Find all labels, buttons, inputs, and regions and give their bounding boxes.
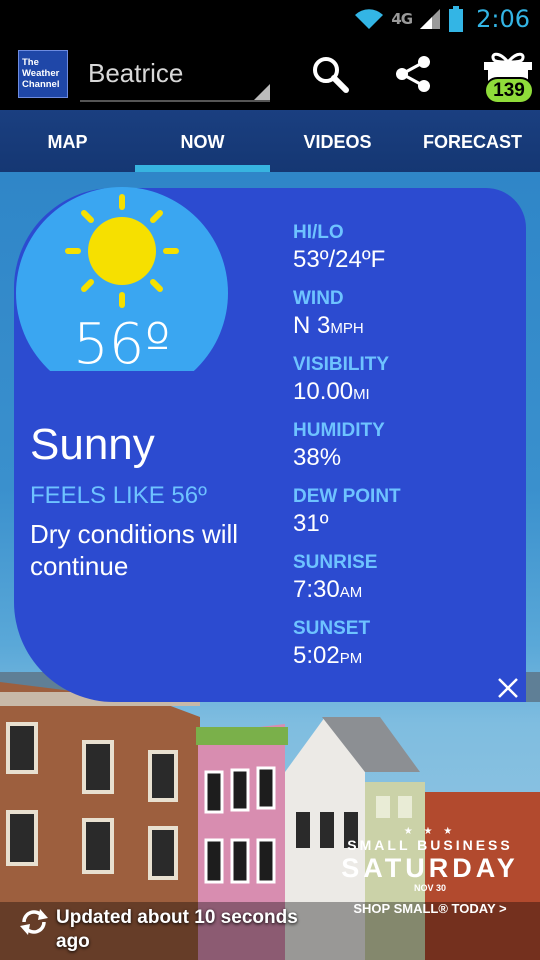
stat-unit: AM bbox=[339, 584, 363, 601]
stat-wind: WIND N 3MPH bbox=[293, 288, 523, 354]
updated-text: Updated about 10 seconds ago bbox=[56, 907, 298, 952]
ad-cta-link[interactable]: SHOP SMALL® TODAY > bbox=[330, 901, 530, 916]
tab-map[interactable]: MAP bbox=[0, 110, 135, 172]
search-icon[interactable] bbox=[308, 52, 352, 96]
ad-stars: ★ ★ ★ bbox=[403, 826, 457, 837]
tab-forecast[interactable]: FORECAST bbox=[405, 110, 540, 172]
small-business-saturday-ad[interactable]: ★ ★ ★ SMALL BUSINESS SATURDAY NOV 30 SHO… bbox=[330, 826, 530, 916]
stat-label: SUNSET bbox=[293, 618, 371, 639]
stat-sunset: SUNSET 5:02PM bbox=[293, 618, 523, 684]
stat-label: WIND bbox=[293, 288, 344, 309]
action-bar: The Weather Channel Beatrice 139 bbox=[0, 38, 540, 110]
stat-value: 5:02PM bbox=[293, 640, 523, 675]
tab-bar: MAP NOW VIDEOS FORECAST bbox=[0, 110, 540, 172]
stat-number: 7:30 bbox=[293, 576, 340, 603]
ad-line1: SMALL BUSINESS bbox=[347, 837, 513, 853]
refresh-icon[interactable] bbox=[18, 906, 50, 938]
refresh-status[interactable]: Updated about 10 seconds ago bbox=[18, 906, 321, 954]
stat-label: DEW POINT bbox=[293, 486, 401, 507]
stat-humidity: HUMIDITY 38% bbox=[293, 420, 523, 486]
logo-text: The Weather Channel bbox=[22, 57, 60, 90]
stat-sunrise: SUNRISE 7:30AM bbox=[293, 552, 523, 618]
stat-value: 38% bbox=[293, 444, 342, 471]
stat-label: SUNRISE bbox=[293, 552, 378, 573]
condition-text: Sunny bbox=[30, 420, 155, 469]
stats-list: HI/LO 53º/24ºF WIND N 3MPH VISIBILITY 10… bbox=[293, 222, 523, 684]
close-icon[interactable] bbox=[494, 674, 522, 702]
stat-number: 10.00 bbox=[293, 378, 354, 405]
stat-label: HUMIDITY bbox=[293, 420, 385, 441]
share-icon[interactable] bbox=[392, 52, 436, 96]
stat-label: HI/LO bbox=[293, 222, 344, 243]
stat-dew-point: DEW POINT 31º bbox=[293, 486, 523, 552]
gift-count-badge: 139 bbox=[484, 77, 534, 104]
stat-unit: MI bbox=[353, 386, 370, 403]
wifi-icon bbox=[355, 9, 384, 29]
clock: 2:06 bbox=[476, 5, 530, 33]
current-temperature: 56º bbox=[73, 312, 171, 377]
stat-hilo: HI/LO 53º/24ºF bbox=[293, 222, 523, 288]
stat-unit: PM bbox=[339, 650, 363, 667]
stat-value: 31º bbox=[293, 510, 329, 537]
stat-label: VISIBILITY bbox=[293, 354, 390, 375]
stat-value: 53º/24ºF bbox=[293, 246, 386, 273]
forecast-description: Dry conditions will continue bbox=[30, 519, 239, 581]
ad-line2: SATURDAY bbox=[341, 853, 519, 883]
battery-icon bbox=[449, 6, 464, 32]
tab-videos[interactable]: VIDEOS bbox=[270, 110, 405, 172]
dropdown-triangle-icon bbox=[254, 84, 270, 100]
app-logo[interactable]: The Weather Channel bbox=[18, 50, 68, 98]
tab-now[interactable]: NOW bbox=[135, 110, 270, 172]
location-name: Beatrice bbox=[88, 58, 184, 88]
stat-value: 10.00MI bbox=[293, 376, 523, 411]
location-spinner[interactable]: Beatrice bbox=[80, 52, 270, 102]
signal-icon bbox=[420, 9, 441, 29]
ad-date: NOV 30 bbox=[413, 883, 446, 893]
stat-visibility: VISIBILITY 10.00MI bbox=[293, 354, 523, 420]
stat-value: N 3MPH bbox=[293, 310, 523, 345]
status-bar: 4G 2:06 bbox=[0, 0, 540, 38]
stat-unit: MPH bbox=[330, 320, 364, 337]
stat-value: 7:30AM bbox=[293, 574, 523, 609]
stat-number: 5:02 bbox=[293, 642, 340, 669]
stat-number: N 3 bbox=[293, 312, 331, 339]
network-type: 4G bbox=[391, 10, 413, 28]
feels-like-text: FEELS LIKE 56º bbox=[30, 482, 207, 509]
gift-button[interactable]: 139 bbox=[478, 48, 538, 108]
